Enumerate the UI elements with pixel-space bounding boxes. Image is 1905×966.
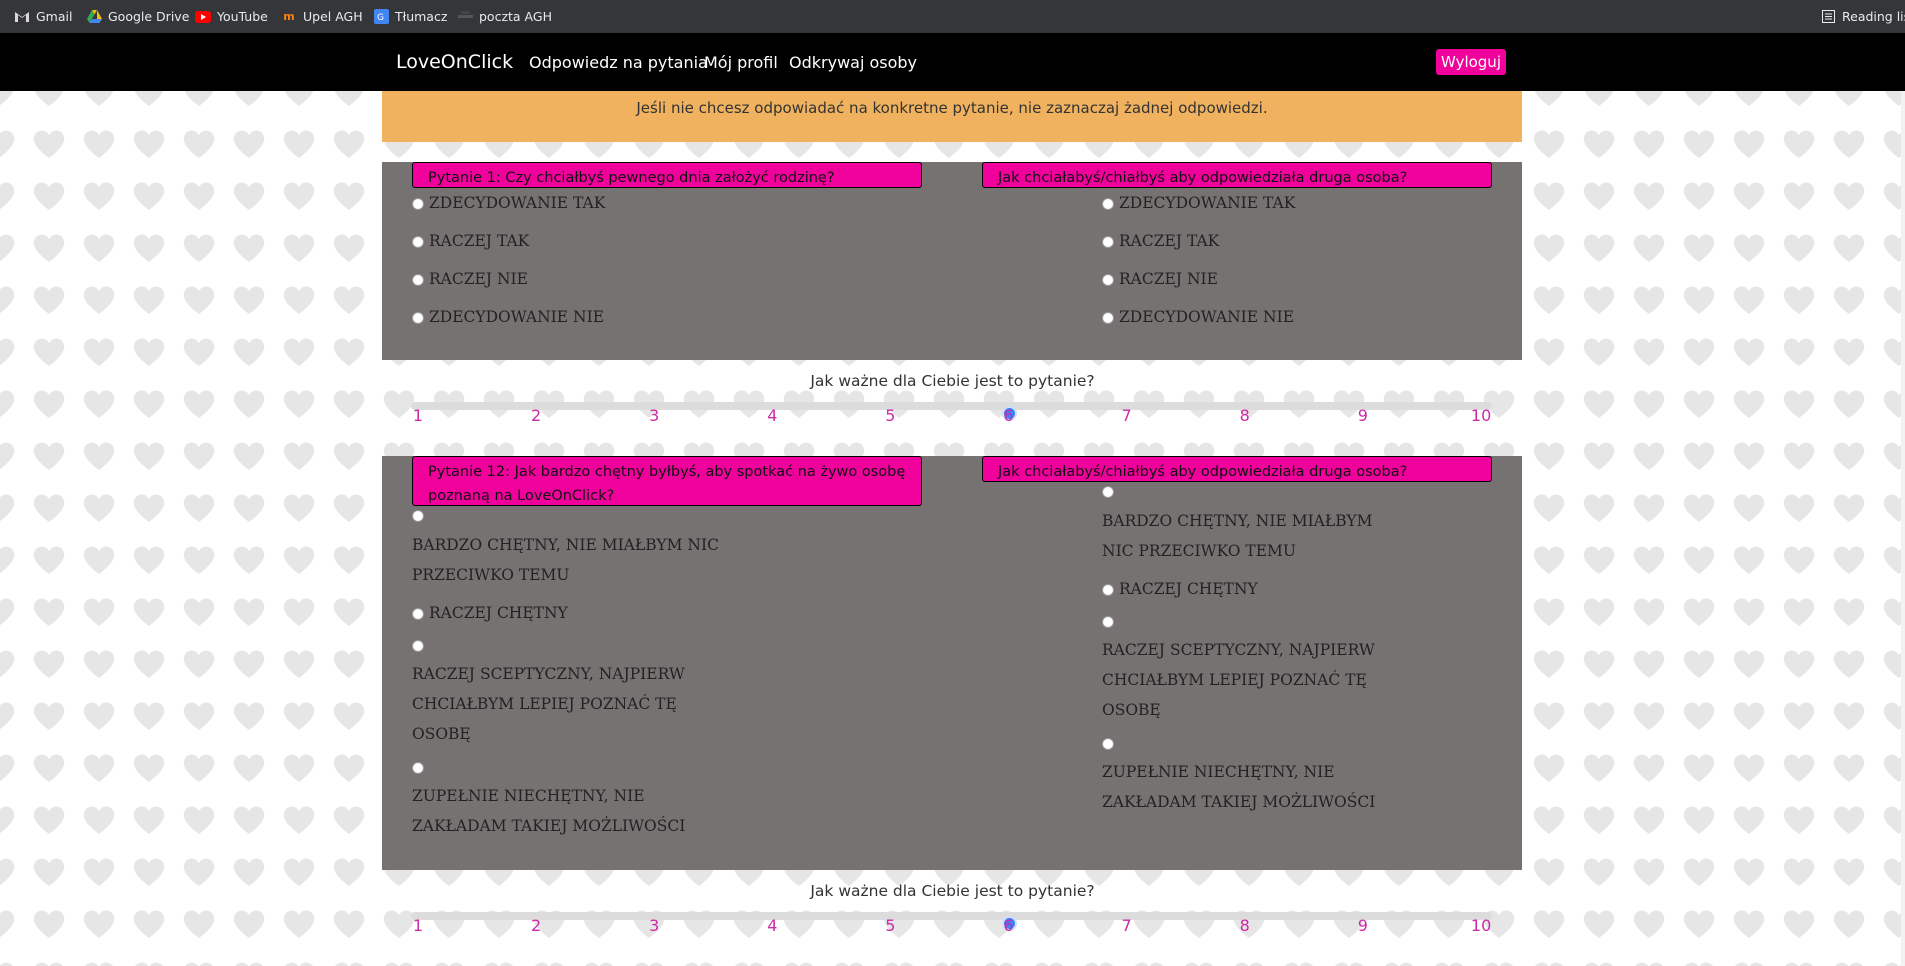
scale-tick-label: 10 — [1470, 916, 1492, 935]
scale-tick-label: 9 — [1357, 916, 1368, 935]
moodle-icon: m — [283, 10, 295, 23]
radio-button[interactable] — [1102, 616, 1114, 628]
option-label: ZDECYDOWANIE NIE — [429, 308, 605, 326]
bookmark-upel-agh[interactable]: m Upel AGH — [281, 7, 363, 26]
scale-tick-label: 3 — [649, 916, 660, 935]
bookmark-label: Gmail — [36, 9, 73, 24]
page-scrollbar[interactable] — [1901, 91, 1905, 966]
radio-button[interactable] — [412, 236, 424, 248]
option-label: RACZEJ SCEPTYCZNY, NAJPIERW CHCIAŁBYM LE… — [412, 665, 685, 743]
importance-slider-track[interactable] — [411, 912, 1492, 920]
nav-link-my-profile[interactable]: Mój profil — [704, 53, 778, 72]
scale-tick-label: 1 — [412, 406, 424, 425]
option-label: RACZEJ CHĘTNY — [429, 604, 568, 622]
option-label: ZDECYDOWANIE TAK — [1119, 194, 1296, 212]
question-title: Pytanie 1: Czy chciałbyś pewnego dnia za… — [412, 162, 922, 188]
brand-logo[interactable]: LoveOnClick — [396, 51, 513, 73]
scale-tick-label: 1 — [412, 916, 424, 935]
bookmark-gmail[interactable]: Gmail — [14, 7, 72, 26]
reading-list-button[interactable]: Reading list — [1820, 7, 1905, 26]
radio-button[interactable] — [412, 312, 424, 324]
bookmark-tlumacz[interactable]: G Tłumacz — [373, 7, 447, 26]
partner-question-title: Jak chciałabyś/chiałbyś aby odpowiedział… — [982, 162, 1492, 188]
scale-tick-label: 6 — [1003, 406, 1014, 425]
info-banner: Jeśli nie chcesz odpowiadać na konkretne… — [382, 91, 1522, 142]
scale-tick-label: 4 — [767, 406, 778, 425]
option-label: ZDECYDOWANIE TAK — [429, 194, 606, 212]
option-label: ZUPEŁNIE NIECHĘTNY, NIE ZAKŁADAM TAKIEJ … — [1102, 763, 1376, 811]
option-label: RACZEJ TAK — [429, 232, 530, 250]
radio-button[interactable] — [1102, 312, 1114, 324]
radio-button[interactable] — [412, 198, 424, 210]
bookmark-poczta-agh[interactable]: poczta AGH — [457, 7, 552, 26]
scale-tick-label: 5 — [885, 916, 896, 935]
reading-list-label: Reading list — [1842, 9, 1905, 24]
option-label: ZDECYDOWANIE NIE — [1119, 308, 1295, 326]
importance-label: Jak ważne dla Ciebie jest to pytanie? — [810, 372, 1095, 390]
radio-button[interactable] — [412, 762, 424, 774]
option-label: RACZEJ NIE — [1119, 270, 1218, 288]
bookmark-google-drive[interactable]: Google Drive — [86, 7, 189, 26]
option-label: RACZEJ CHĘTNY — [1119, 580, 1258, 598]
youtube-icon — [195, 9, 211, 25]
partner-question-title: Jak chciałabyś/chiałbyś aby odpowiedział… — [982, 456, 1492, 482]
radio-button[interactable] — [412, 510, 424, 522]
radio-button[interactable] — [1102, 274, 1114, 286]
radio-button[interactable] — [1102, 584, 1114, 596]
nav-link-discover-people[interactable]: Odkrywaj osoby — [789, 53, 917, 72]
radio-button[interactable] — [1102, 198, 1114, 210]
reading-list-icon — [1820, 9, 1836, 25]
option-label: RACZEJ SCEPTYCZNY, NAJPIERW CHCIAŁBYM LE… — [1102, 641, 1375, 719]
radio-button[interactable] — [412, 640, 424, 652]
scale-tick-label: 10 — [1470, 406, 1492, 425]
question-title: Pytanie 12: Jak bardzo chętny byłbyś, ab… — [412, 456, 922, 506]
option-label: BARDZO CHĘTNY, NIE MIAŁBYM NIC PRZECIWKO… — [1102, 512, 1373, 560]
scale-tick-label: 9 — [1357, 406, 1368, 425]
scale-tick-label: 7 — [1121, 406, 1132, 425]
bookmark-label: poczta AGH — [479, 9, 552, 24]
radio-button[interactable] — [412, 608, 424, 620]
option-label: BARDZO CHĘTNY, NIE MIAŁBYM NIC PRZECIWKO… — [412, 536, 719, 584]
translate-icon: G — [373, 9, 389, 25]
navbar: LoveOnClick Odpowiedz na pytania Mój pro… — [0, 33, 1905, 91]
nav-link-answer-questions[interactable]: Odpowiedz na pytania — [529, 53, 708, 72]
scale-tick-label: 3 — [649, 406, 660, 425]
question-panel: Pytanie 12: Jak bardzo chętny byłbyś, ab… — [382, 456, 1522, 870]
bookmark-label: YouTube — [217, 9, 268, 24]
bookmark-label: Tłumacz — [395, 9, 448, 24]
radio-button[interactable] — [1102, 486, 1114, 498]
radio-button[interactable] — [412, 274, 424, 286]
bookmarks-bar: Gmail Google Drive YouTube m Upel AGH G … — [0, 0, 1905, 33]
logout-button[interactable]: Wyloguj — [1436, 49, 1506, 75]
scale-tick-label: 5 — [885, 406, 896, 425]
scale-tick-label: 7 — [1121, 916, 1132, 935]
scale-tick-label: 2 — [531, 916, 542, 935]
scale-tick-label: 2 — [531, 406, 542, 425]
radio-button[interactable] — [1102, 738, 1114, 750]
option-label: RACZEJ NIE — [429, 270, 528, 288]
scale-tick-label: 4 — [767, 916, 778, 935]
scale-tick-label: 8 — [1239, 916, 1250, 935]
scale-tick-label: 6 — [1003, 916, 1014, 935]
google-drive-icon — [86, 9, 102, 25]
question-panel: Pytanie 1: Czy chciałbyś pewnego dnia za… — [382, 162, 1522, 360]
bookmark-label: Upel AGH — [303, 9, 363, 24]
option-label: RACZEJ TAK — [1119, 232, 1220, 250]
bookmark-label: Google Drive — [108, 9, 190, 24]
radio-button[interactable] — [1102, 236, 1114, 248]
gmail-icon — [14, 9, 30, 25]
importance-label: Jak ważne dla Ciebie jest to pytanie? — [810, 882, 1095, 900]
svg-text:G: G — [377, 13, 384, 23]
mail-icon — [457, 9, 473, 25]
importance-slider-track[interactable] — [411, 402, 1492, 410]
scale-tick-label: 8 — [1239, 406, 1250, 425]
option-label: ZUPEŁNIE NIECHĘTNY, NIE ZAKŁADAM TAKIEJ … — [412, 787, 686, 835]
bookmark-youtube[interactable]: YouTube — [195, 7, 268, 26]
